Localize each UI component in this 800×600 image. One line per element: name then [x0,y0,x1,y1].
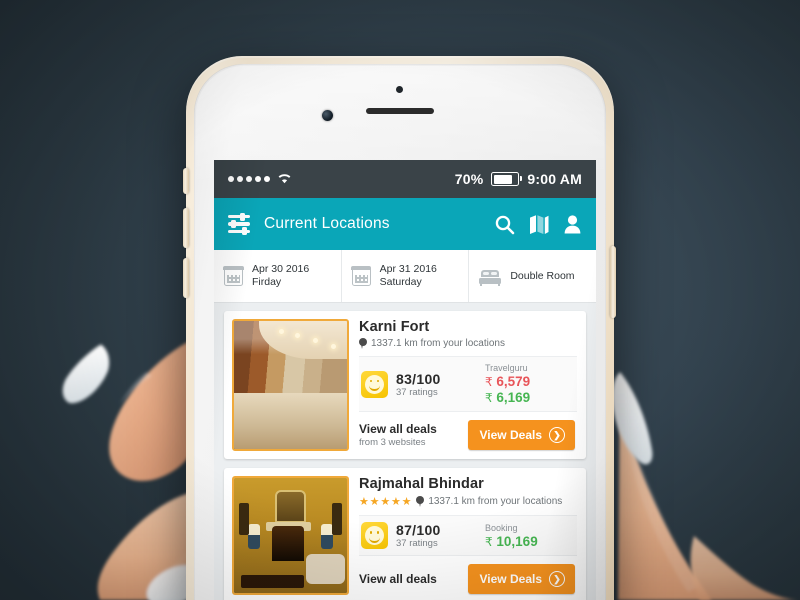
screenshot-stage: 70% 9:00 AM Current Locations [0,0,800,600]
background-vignette [0,0,800,600]
